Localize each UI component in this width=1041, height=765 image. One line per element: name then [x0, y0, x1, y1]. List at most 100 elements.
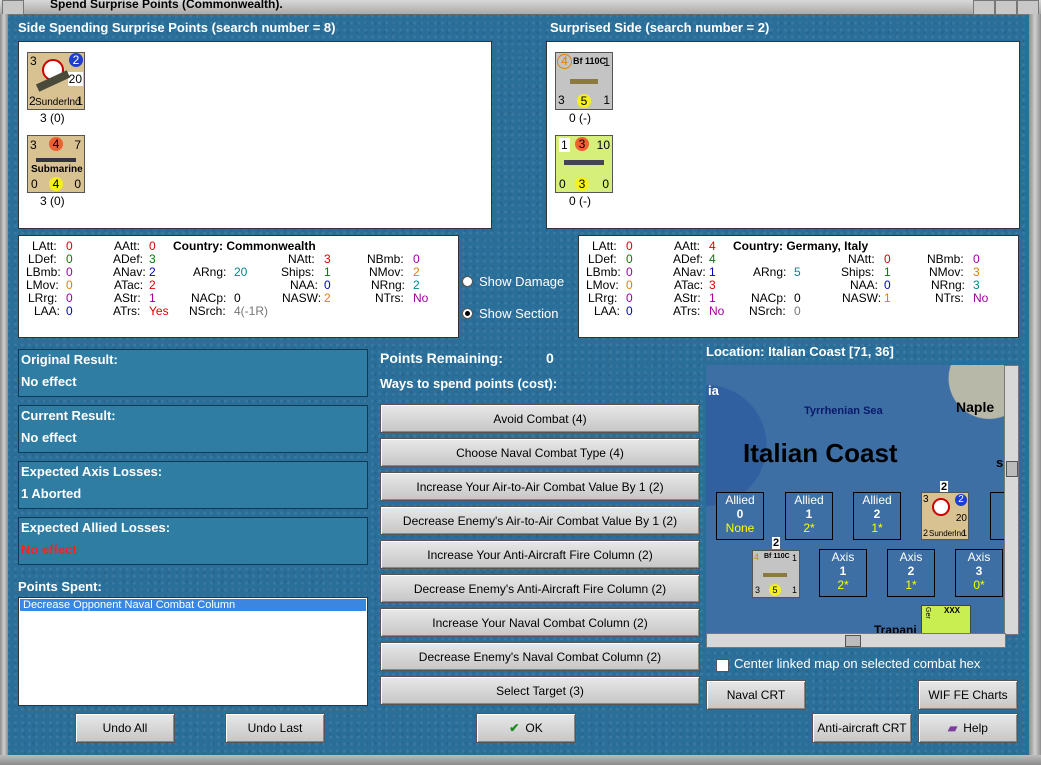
show-section-radio[interactable] — [462, 308, 473, 319]
select-target-button[interactable]: Select Target (3) — [380, 676, 700, 705]
unit-counter-italian-ship[interactable]: 1 3 10 0 3 0 — [555, 135, 613, 193]
close-button[interactable] — [1017, 0, 1039, 15]
stat-ldef: 0 — [66, 252, 73, 266]
unit-counter-submarine[interactable]: 3 4 7 Submarine 0 4 0 — [27, 135, 85, 193]
anti-aircraft-crt-button[interactable]: Anti-aircraft CRT — [812, 713, 912, 743]
country-label: Country: Commonwealth — [173, 239, 316, 253]
stat-ldef: 0 — [626, 252, 633, 266]
counter-value: 3 — [30, 54, 37, 68]
ship-icon — [564, 160, 604, 165]
stat-nrng: 3 — [973, 278, 980, 292]
undo-all-button[interactable]: Undo All — [75, 713, 175, 743]
box-number: 0 — [736, 507, 744, 521]
center-map-checkbox[interactable] — [716, 659, 729, 672]
allied-box-1[interactable]: Allied 1 2* — [785, 492, 833, 540]
increase-aa-column-button[interactable]: Increase Your Anti-Aircraft Fire Column … — [380, 540, 700, 569]
stat-label: NTrs: — [935, 291, 964, 305]
decrease-enemy-aa-column-button[interactable]: Decrease Enemy's Anti-Aircraft Fire Colu… — [380, 574, 700, 603]
map-counter-italian-unit[interactable]: XXX Ger — [921, 605, 971, 633]
counter-value: 0 — [31, 177, 38, 191]
choose-naval-combat-type-button[interactable]: Choose Naval Combat Type (4) — [380, 438, 700, 467]
map-hex-title: Italian Coast — [743, 438, 898, 468]
center-map-label[interactable]: Center linked map on selected combat hex — [734, 656, 980, 671]
system-menu-button[interactable] — [2, 0, 24, 15]
unit-caption: 0 (-) — [569, 111, 591, 125]
map-horizontal-scrollbar[interactable] — [706, 633, 1006, 648]
stat-label: AAtt: — [674, 239, 701, 253]
points-spent-list[interactable]: Decrease Opponent Naval Combat Column — [18, 597, 368, 706]
box-number: 2 — [873, 507, 881, 521]
stat-label: ADef: — [113, 252, 144, 266]
roundel-icon — [932, 498, 950, 516]
unit-size-label: XXX — [944, 606, 961, 615]
show-damage-radio[interactable] — [462, 276, 473, 287]
spending-side-stats: LAtt: 0 LDef: 0 LBmb: 0 LMov: 0 LRrg: 0 LAA: 0… — [18, 235, 459, 338]
result-label: Current Result: — [21, 408, 116, 423]
stat-label: LAA: — [594, 304, 621, 318]
show-damage-label[interactable]: Show Damage — [479, 274, 564, 289]
stat-anav: 1 — [709, 265, 716, 279]
counter-value: 3 — [923, 494, 929, 505]
naval-crt-button[interactable]: Naval CRT — [706, 680, 806, 710]
map-counter-bf110c[interactable]: 4 Bf 110C 1 3 5 1 — [752, 550, 800, 598]
stat-lbmb: 0 — [66, 265, 73, 279]
stat-ships: 1 — [884, 265, 891, 279]
undo-last-button[interactable]: Undo Last — [225, 713, 325, 743]
allied-box-0[interactable]: Allied 0 None — [716, 492, 764, 540]
stat-label: LBmb: — [586, 265, 621, 279]
stat-label: LAA: — [34, 304, 61, 318]
stat-label: AStr: — [674, 291, 701, 305]
decrease-enemy-naval-column-button[interactable]: Decrease Enemy's Naval Combat Column (2) — [380, 642, 700, 671]
axis-box-1[interactable]: Axis 1 2* — [819, 549, 867, 597]
checkmark-icon: ✔ — [509, 721, 520, 735]
box-sub: 1* — [871, 521, 883, 535]
counter-value: 0 — [602, 177, 609, 191]
axis-box-2[interactable]: Axis 2 1* — [887, 549, 935, 597]
show-section-label[interactable]: Show Section — [479, 306, 559, 321]
help-button[interactable]: ▰ Help — [918, 713, 1018, 743]
counter-value: 1 — [603, 93, 610, 107]
points-remaining-label: Points Remaining: — [380, 350, 503, 366]
linked-map[interactable]: ia Tyrrhenian Sea Naple s Italian Coast … — [706, 365, 1004, 633]
scroll-thumb[interactable] — [845, 635, 861, 647]
stat-laa: 0 — [626, 304, 633, 318]
stack-count: 2 — [772, 537, 781, 549]
counter-value: 1 — [791, 553, 797, 563]
stat-natt: 3 — [324, 252, 331, 266]
stat-laa: 0 — [66, 304, 73, 318]
unit-counter-bf110c[interactable]: 4 Bf 110C 1 3 5 1 — [555, 52, 613, 110]
decrease-enemy-air-to-air-button[interactable]: Decrease Enemy's Air-to-Air Combat Value… — [380, 506, 700, 535]
map-counter-sunderland[interactable]: 3 2 20 2 Sunderlnd 1 — [921, 492, 969, 540]
stat-nasw: 2 — [324, 291, 331, 305]
stat-nsrch: 4(-1R) — [234, 304, 269, 318]
window-title: Spend Surprise Points (Commonwealth). — [50, 0, 283, 11]
stat-label: ATrs: — [113, 304, 141, 318]
stat-label: LDef: — [588, 252, 617, 266]
scroll-thumb[interactable] — [1006, 461, 1018, 477]
unit-counter-sunderland[interactable]: 3 2 20 2 Sunderlnd 1 — [27, 52, 85, 110]
maximize-button[interactable] — [995, 0, 1017, 15]
wif-fe-charts-button[interactable]: WIF FE Charts — [918, 680, 1018, 710]
counter-value: 1 — [76, 94, 83, 108]
stat-label: AAtt: — [114, 239, 141, 253]
unit-caption: 3 (0) — [40, 194, 65, 208]
increase-air-to-air-button[interactable]: Increase Your Air-to-Air Combat Value By… — [380, 472, 700, 501]
ok-button-label: OK — [525, 721, 543, 735]
ok-button[interactable]: ✔ OK — [476, 713, 576, 743]
stat-lmov: 0 — [66, 278, 73, 292]
stat-label: ANav: — [113, 265, 146, 279]
allied-box-2[interactable]: Allied 2 1* — [853, 492, 901, 540]
axis-box-3[interactable]: Axis 3 0* — [955, 549, 1003, 597]
counter-name: Bf 110C — [573, 56, 607, 66]
stat-astr: 1 — [149, 291, 156, 305]
surprised-side-header: Surprised Side (search number = 2) — [550, 20, 770, 35]
stat-label: ARng: — [193, 265, 227, 279]
minimize-button[interactable] — [973, 0, 995, 15]
counter-name: Bf 110C — [764, 553, 790, 560]
avoid-combat-button[interactable]: Avoid Combat (4) — [380, 404, 700, 433]
list-item[interactable]: Decrease Opponent Naval Combat Column — [20, 599, 366, 611]
stat-label: NAtt: — [288, 252, 315, 266]
map-vertical-scrollbar[interactable] — [1004, 365, 1019, 635]
increase-naval-column-button[interactable]: Increase Your Naval Combat Column (2) — [380, 608, 700, 637]
counter-value: 5 — [769, 584, 781, 596]
